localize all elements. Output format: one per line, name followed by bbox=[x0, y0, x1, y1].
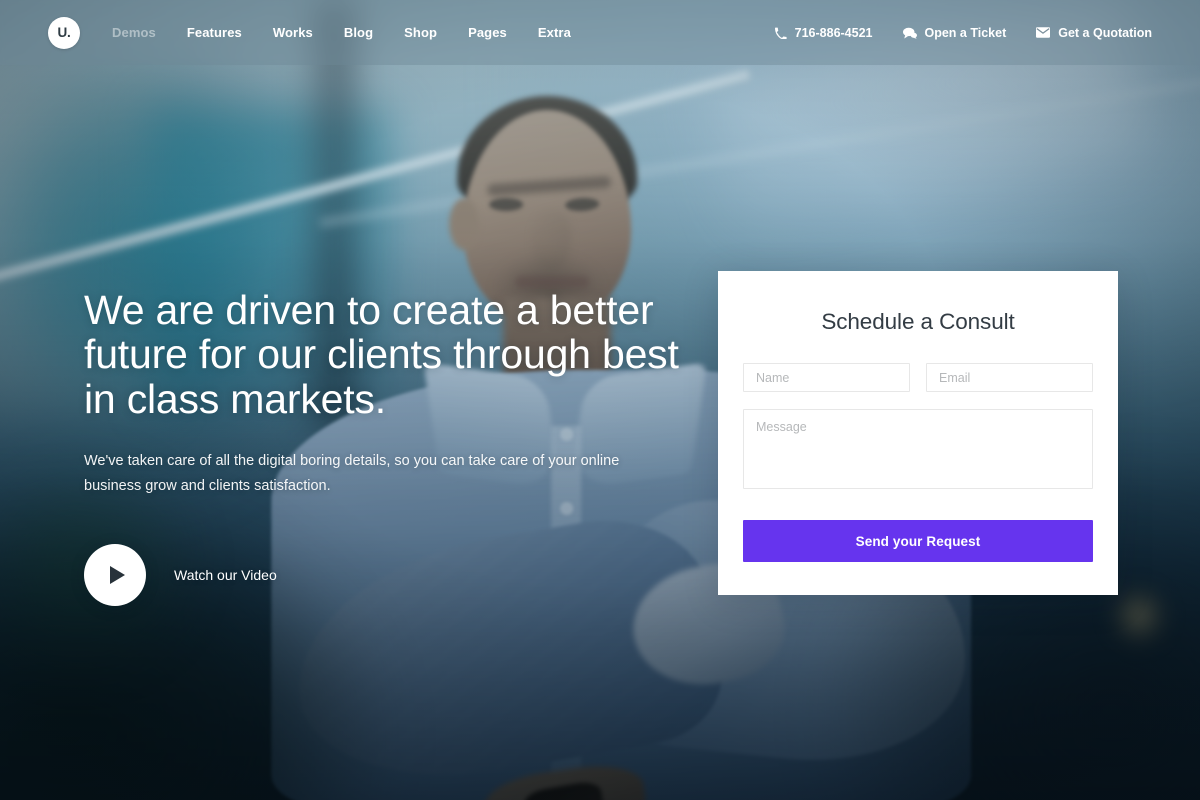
top-navigation-bar: U. Demos Features Works Blog Shop Pages … bbox=[0, 0, 1200, 65]
nav-open-ticket-label: Open a Ticket bbox=[924, 25, 1007, 40]
phone-icon bbox=[774, 27, 787, 39]
nav-item-blog[interactable]: Blog bbox=[344, 25, 373, 40]
envelope-icon bbox=[1036, 27, 1051, 38]
nav-item-works[interactable]: Works bbox=[273, 25, 313, 40]
nav-item-demos[interactable]: Demos bbox=[112, 25, 156, 40]
hero-heading: We are driven to create a better future … bbox=[84, 287, 679, 422]
hero-content: We are driven to create a better future … bbox=[84, 288, 684, 606]
play-triangle-icon bbox=[110, 565, 125, 584]
name-input[interactable] bbox=[743, 363, 910, 392]
landing-page: U. Demos Features Works Blog Shop Pages … bbox=[0, 0, 1200, 800]
nav-item-features[interactable]: Features bbox=[187, 25, 242, 40]
schedule-consult-card: Schedule a Consult Send your Request bbox=[718, 271, 1118, 595]
watch-video-group: Watch our Video bbox=[84, 543, 684, 606]
nav-get-quotation-link[interactable]: Get a Quotation bbox=[1036, 26, 1152, 40]
nav-get-quotation-label: Get a Quotation bbox=[1058, 25, 1152, 40]
email-input[interactable] bbox=[926, 363, 1093, 392]
nav-item-extra[interactable]: Extra bbox=[538, 25, 571, 40]
send-request-button[interactable]: Send your Request bbox=[743, 520, 1093, 562]
nav-phone-label: 716-886-4521 bbox=[794, 25, 873, 40]
name-email-row bbox=[743, 363, 1093, 392]
logo-text: U. bbox=[57, 25, 71, 40]
nav-open-ticket-link[interactable]: Open a Ticket bbox=[902, 25, 1007, 40]
message-textarea[interactable] bbox=[743, 409, 1093, 489]
nav-right-group: 716-886-4521 Open a Ticket Get a Quotati… bbox=[774, 25, 1200, 40]
nav-left-group: U. Demos Features Works Blog Shop Pages … bbox=[0, 16, 571, 49]
play-video-button[interactable] bbox=[84, 543, 146, 606]
consult-form-title: Schedule a Consult bbox=[821, 309, 1015, 334]
primary-nav-menu: Demos Features Works Blog Shop Pages Ext… bbox=[112, 25, 571, 40]
nav-phone-link[interactable]: 716-886-4521 bbox=[774, 25, 873, 40]
hero-subheading: We've taken care of all the digital bori… bbox=[84, 452, 620, 494]
nav-item-shop[interactable]: Shop bbox=[404, 25, 437, 40]
watch-video-label[interactable]: Watch our Video bbox=[174, 567, 277, 583]
chat-icon bbox=[902, 27, 917, 39]
nav-item-pages[interactable]: Pages bbox=[468, 25, 507, 40]
site-logo[interactable]: U. bbox=[48, 16, 80, 49]
